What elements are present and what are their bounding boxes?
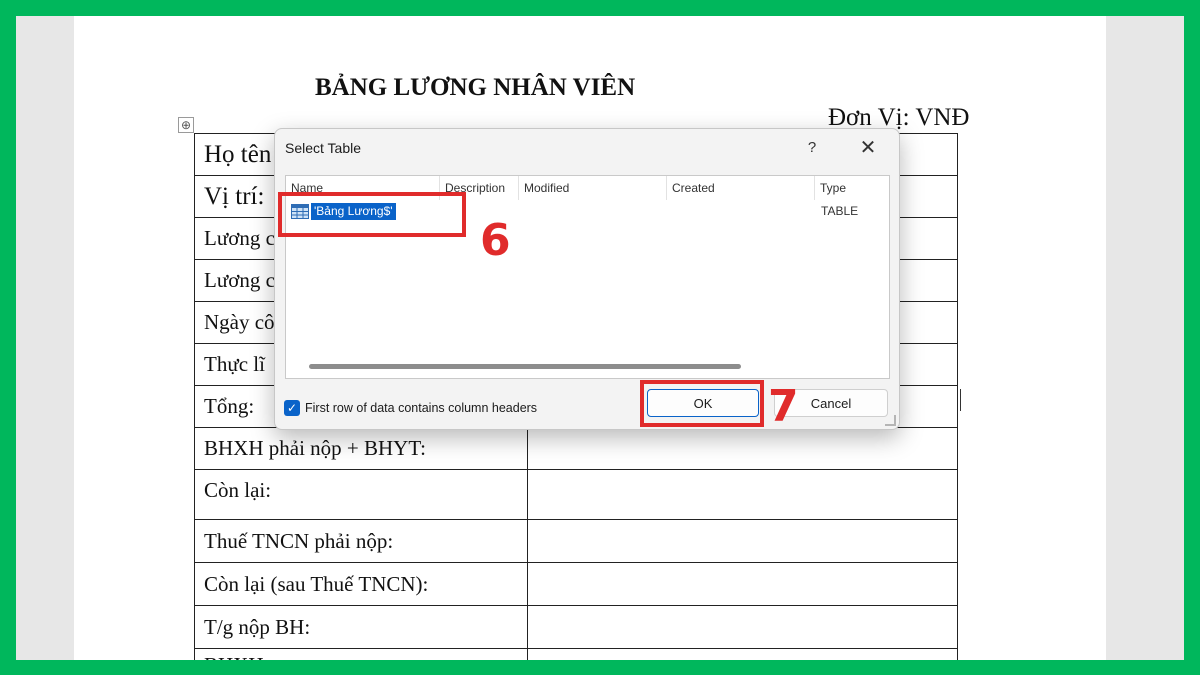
document-title: BẢNG LƯƠNG NHÂN VIÊN: [315, 74, 636, 101]
row-value[interactable]: [527, 469, 958, 520]
horizontal-scrollbar[interactable]: [287, 359, 888, 373]
row-label-insurance-time[interactable]: T/g nộp BH:: [194, 605, 528, 649]
dialog-title: Select Table: [285, 140, 362, 156]
help-icon[interactable]: ?: [803, 137, 821, 159]
row-label-remaining-after-pit[interactable]: Còn lại (sau Thuế TNCN):: [194, 562, 528, 606]
row-label-insurance[interactable]: BHXH phải nộp + BHYT:: [194, 427, 528, 470]
select-table-dialog: Select Table ? ✕ Name Description Modifi…: [274, 128, 900, 430]
column-header-type[interactable]: Type: [815, 176, 889, 200]
row-label-remaining[interactable]: Còn lại:: [194, 469, 528, 520]
header-row-checkbox[interactable]: ✓: [284, 400, 300, 416]
close-icon[interactable]: ✕: [853, 135, 883, 161]
highlight-ok-button: [640, 380, 764, 427]
table-type: TABLE: [821, 204, 859, 218]
highlight-table-selection: [278, 192, 466, 237]
header-row-checkbox-label[interactable]: First row of data contains column header…: [305, 401, 537, 415]
column-header-modified[interactable]: Modified: [519, 176, 667, 200]
row-value[interactable]: [527, 562, 958, 606]
row-value[interactable]: [527, 605, 958, 649]
row-label-pit[interactable]: Thuế TNCN phải nộp:: [194, 519, 528, 563]
step-number-6: 6: [480, 215, 511, 266]
resize-grip-icon[interactable]: [885, 415, 896, 426]
scrollbar-thumb[interactable]: [309, 364, 741, 369]
row-value[interactable]: [527, 427, 958, 470]
row-value[interactable]: [527, 519, 958, 563]
row-value[interactable]: [527, 648, 958, 660]
row-label-bhxh[interactable]: BHXH: [194, 648, 528, 660]
step-number-7: 7: [768, 381, 799, 432]
column-header-created[interactable]: Created: [667, 176, 815, 200]
text-cursor: [960, 389, 961, 411]
table-move-handle-icon[interactable]: ⊕: [178, 117, 194, 133]
